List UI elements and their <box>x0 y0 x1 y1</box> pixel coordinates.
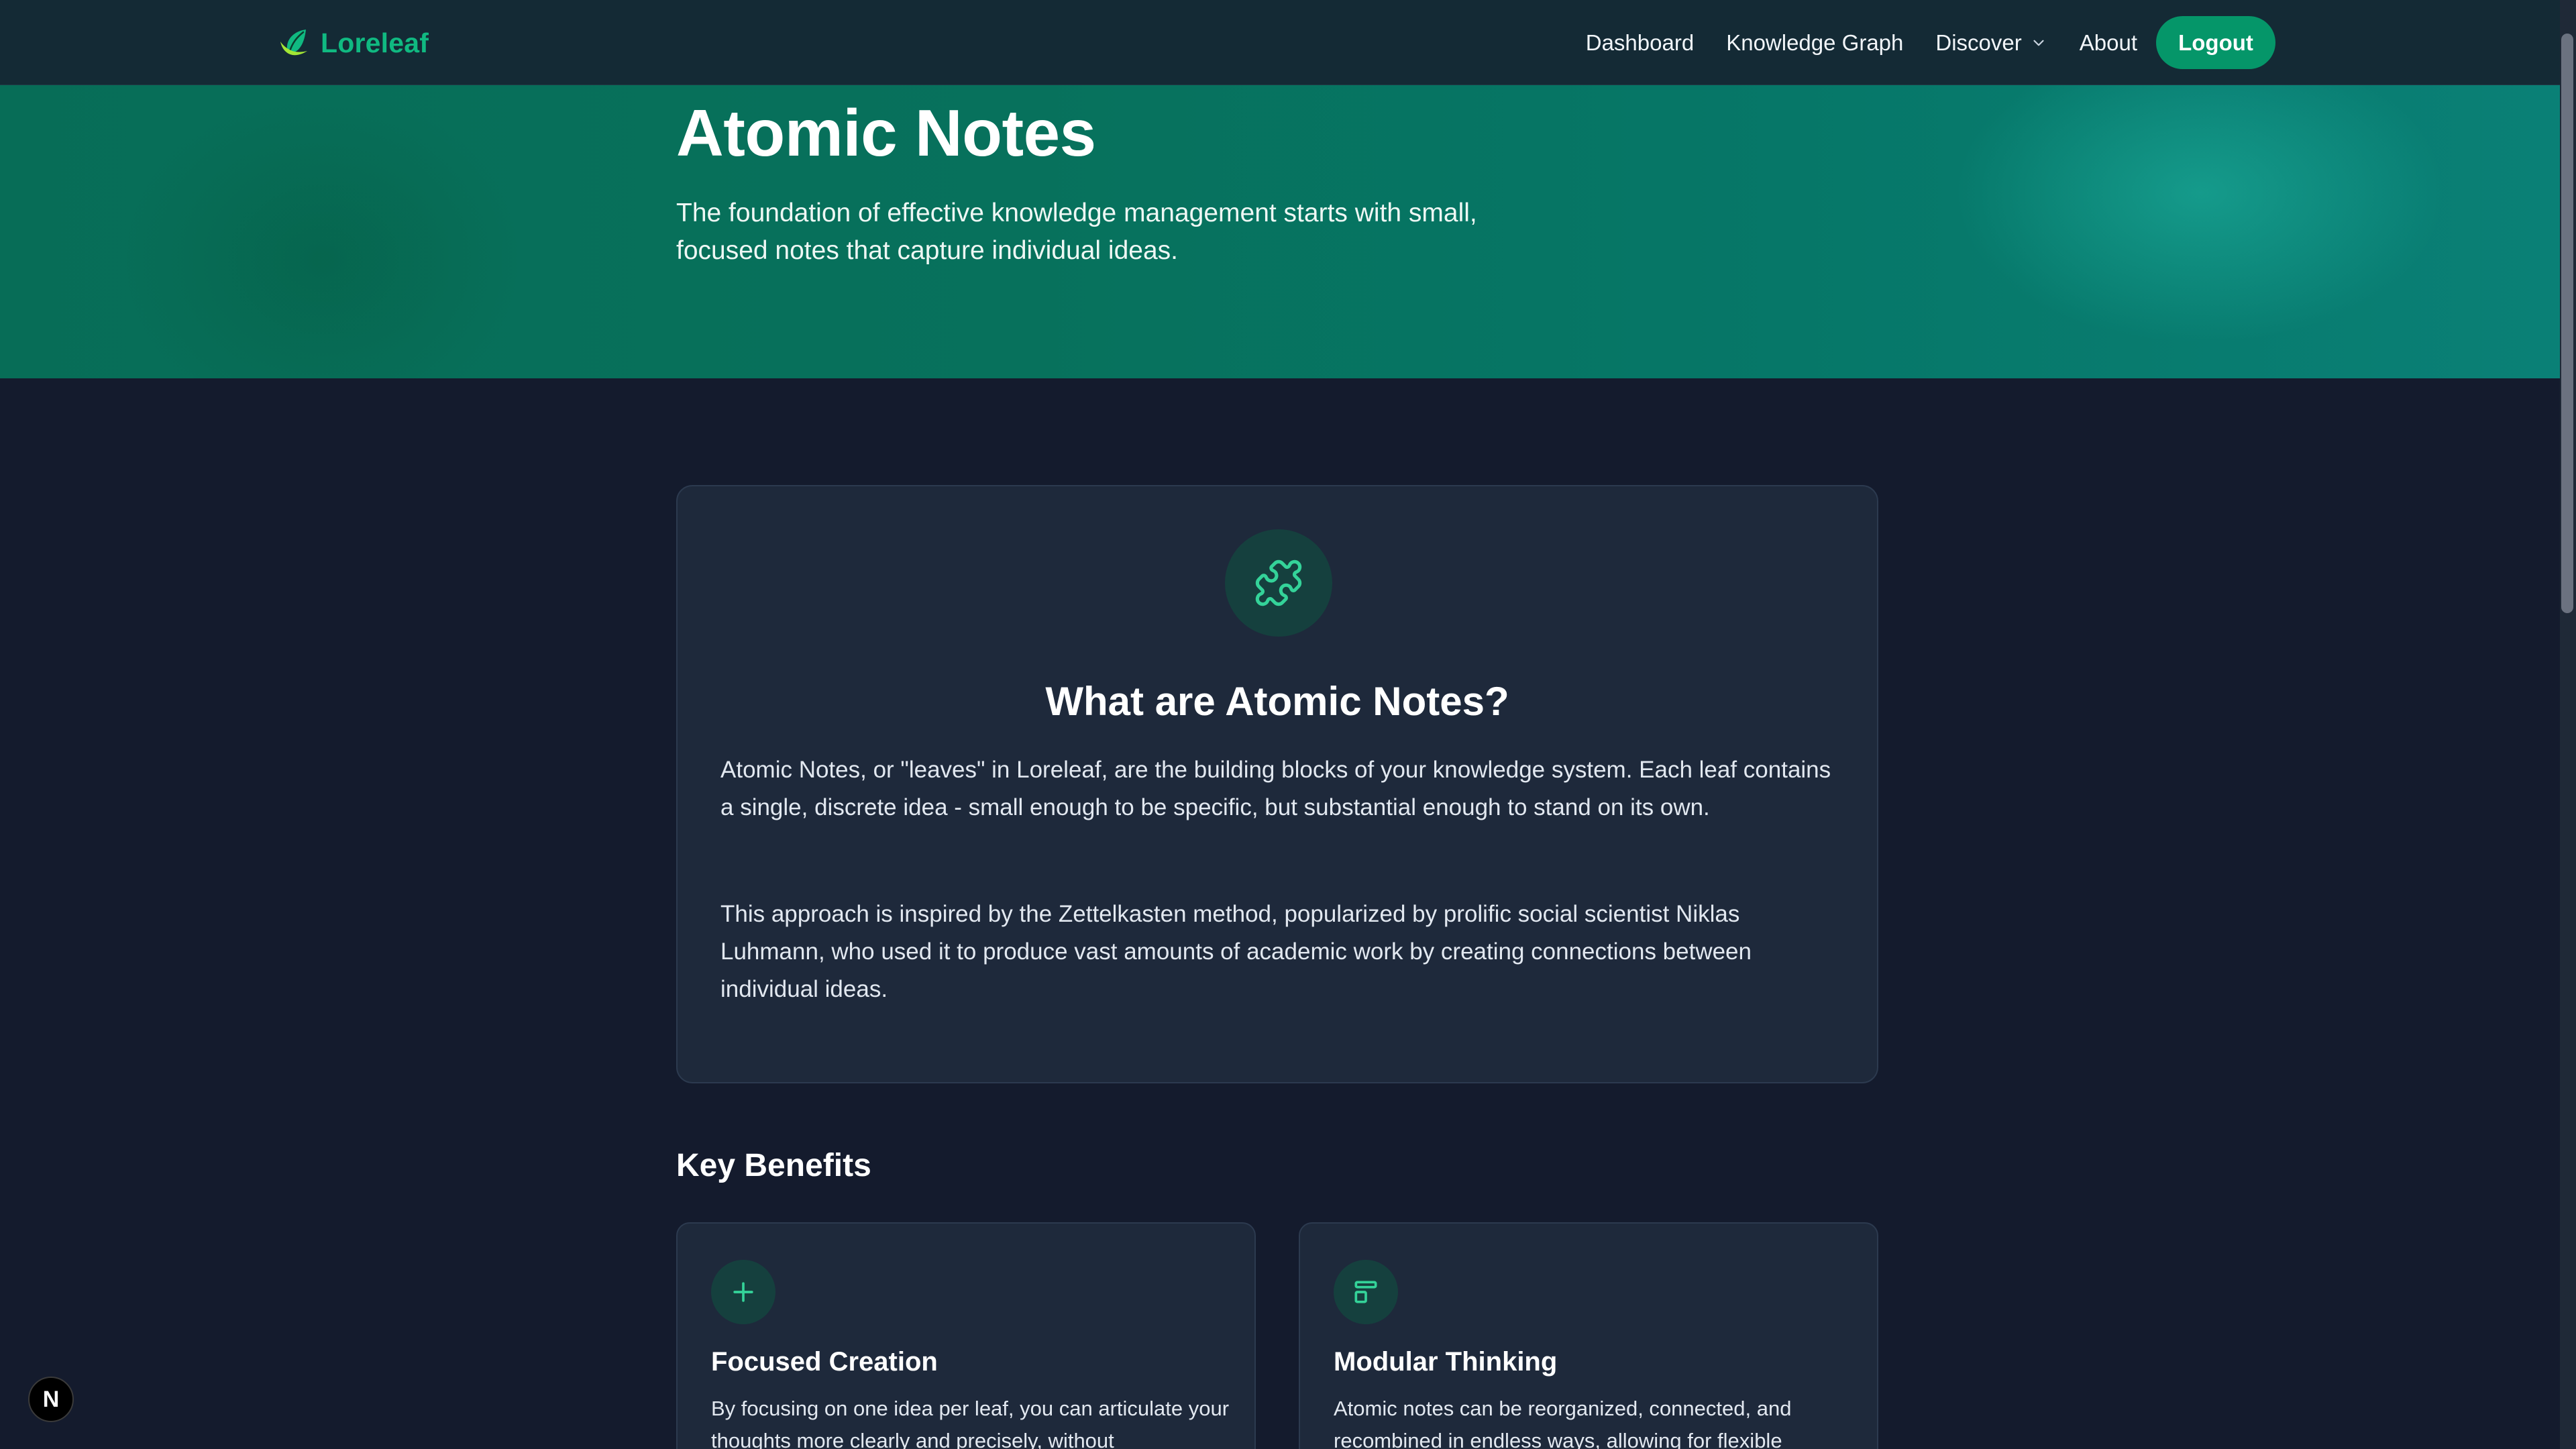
info-paragraph-1: Atomic Notes, or "leaves" in Loreleaf, a… <box>720 757 1831 820</box>
benefit-title: Focused Creation <box>711 1347 938 1377</box>
info-paragraph-2: This approach is inspired by the Zettelk… <box>720 901 1752 1002</box>
benefit-text: Atomic notes can be reorganized, connect… <box>1334 1397 1792 1449</box>
chevron-down-icon <box>2033 40 2044 46</box>
nav-discover-dropdown[interactable]: Discover <box>1935 30 2047 56</box>
nextjs-devtools-button[interactable]: N <box>28 1377 74 1422</box>
info-card-title: What are Atomic Notes? <box>1045 679 1509 724</box>
top-navbar: Loreleaf Dashboard Knowledge Graph Disco… <box>0 0 2560 85</box>
nav-dashboard[interactable]: Dashboard <box>1586 30 1694 56</box>
page-title: Atomic Notes <box>676 96 1096 170</box>
puzzle-icon <box>1255 559 1302 606</box>
nav-about[interactable]: About <box>2080 30 2137 56</box>
leaf-icon <box>280 30 307 56</box>
page-subtitle: The foundation of effective knowledge ma… <box>676 199 1477 265</box>
nav-discover-label: Discover <box>1935 30 2022 55</box>
benefit-card-modular-thinking: Modular Thinking Atomic notes can be reo… <box>1299 1222 1878 1449</box>
layout-icon <box>1354 1281 1377 1303</box>
benefit-icon-badge <box>1334 1260 1398 1324</box>
benefit-icon-badge <box>711 1260 775 1324</box>
benefit-title: Modular Thinking <box>1334 1347 1558 1377</box>
benefit-card-focused-creation: Focused Creation By focusing on one idea… <box>676 1222 1256 1449</box>
page: Loreleaf Dashboard Knowledge Graph Disco… <box>0 0 2576 1449</box>
key-benefits-heading: Key Benefits <box>676 1148 871 1183</box>
brand-name: Loreleaf <box>321 27 429 58</box>
logout-button[interactable]: Logout <box>2156 16 2275 69</box>
benefit-text: By focusing on one idea per leaf, you ca… <box>711 1397 1230 1449</box>
atomic-notes-info-card: What are Atomic Notes? Atomic Notes, or … <box>676 485 1878 1083</box>
plus-icon <box>733 1282 753 1302</box>
puzzle-icon-badge <box>1225 529 1332 637</box>
scrollbar-thumb[interactable] <box>2561 34 2573 613</box>
hero-banner: Atomic Notes The foundation of effective… <box>0 85 2560 378</box>
brand-link[interactable]: Loreleaf <box>276 24 429 62</box>
nav-knowledge-graph[interactable]: Knowledge Graph <box>1726 30 1903 56</box>
nav-links: Dashboard Knowledge Graph Discover About <box>1586 0 2137 85</box>
